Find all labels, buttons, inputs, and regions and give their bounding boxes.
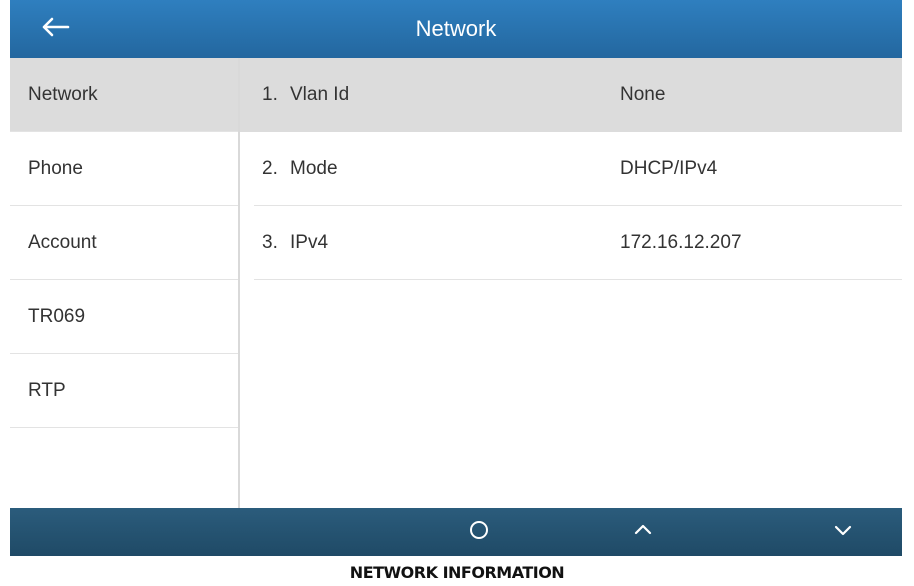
arrow-left-icon: [40, 16, 70, 43]
chevron-up-icon: [631, 518, 655, 547]
row-number: 2.: [262, 158, 278, 179]
home-softkey[interactable]: [434, 508, 524, 556]
sidebar-empty-slot: [10, 428, 238, 502]
network-info-list: 1. Vlan Id None 2. Mode DHCP/IPv4 3. IPv…: [240, 58, 902, 508]
row-number: 1.: [262, 84, 278, 105]
sidebar-item-network[interactable]: Network: [10, 58, 238, 132]
row-label: Mode: [290, 158, 338, 179]
softkey-bar: [10, 508, 902, 556]
sidebar-item-label: TR069: [28, 305, 86, 327]
title-bar: Network: [10, 0, 902, 58]
figure-caption: NETWORK INFORMATION: [349, 563, 565, 582]
list-item-mode[interactable]: 2. Mode DHCP/IPv4: [240, 132, 902, 206]
sidebar-item-label: Network: [28, 83, 98, 105]
scroll-down-softkey[interactable]: [798, 508, 888, 556]
row-number: 3.: [262, 232, 278, 253]
sidebar-item-label: Phone: [28, 157, 83, 179]
row-label: Vlan Id: [290, 84, 350, 105]
row-divider: [254, 279, 902, 280]
sidebar-item-label: RTP: [28, 379, 66, 401]
sidebar-item-phone[interactable]: Phone: [10, 132, 238, 206]
list-item-ipv4[interactable]: 3. IPv4 172.16.12.207: [240, 206, 902, 280]
row-label: IPv4: [290, 232, 329, 253]
sidebar-item-tr069[interactable]: TR069: [10, 280, 238, 354]
phone-screen: Network Network Phone Account TR069 RTP …: [10, 0, 902, 556]
sidebar-item-account[interactable]: Account: [10, 206, 238, 280]
sidebar: Network Phone Account TR069 RTP: [10, 58, 240, 508]
page-title: Network: [415, 16, 497, 41]
row-value: DHCP/IPv4: [620, 158, 718, 179]
sidebar-item-rtp[interactable]: RTP: [10, 354, 238, 428]
row-value: 172.16.12.207: [620, 232, 742, 253]
back-button[interactable]: [10, 0, 100, 58]
list-item-vlan-id[interactable]: 1. Vlan Id None: [240, 58, 902, 132]
row-value: None: [620, 84, 666, 105]
scroll-up-softkey[interactable]: [598, 508, 688, 556]
circle-icon: [467, 518, 491, 547]
sidebar-item-label: Account: [28, 231, 97, 253]
chevron-down-icon: [831, 518, 855, 547]
